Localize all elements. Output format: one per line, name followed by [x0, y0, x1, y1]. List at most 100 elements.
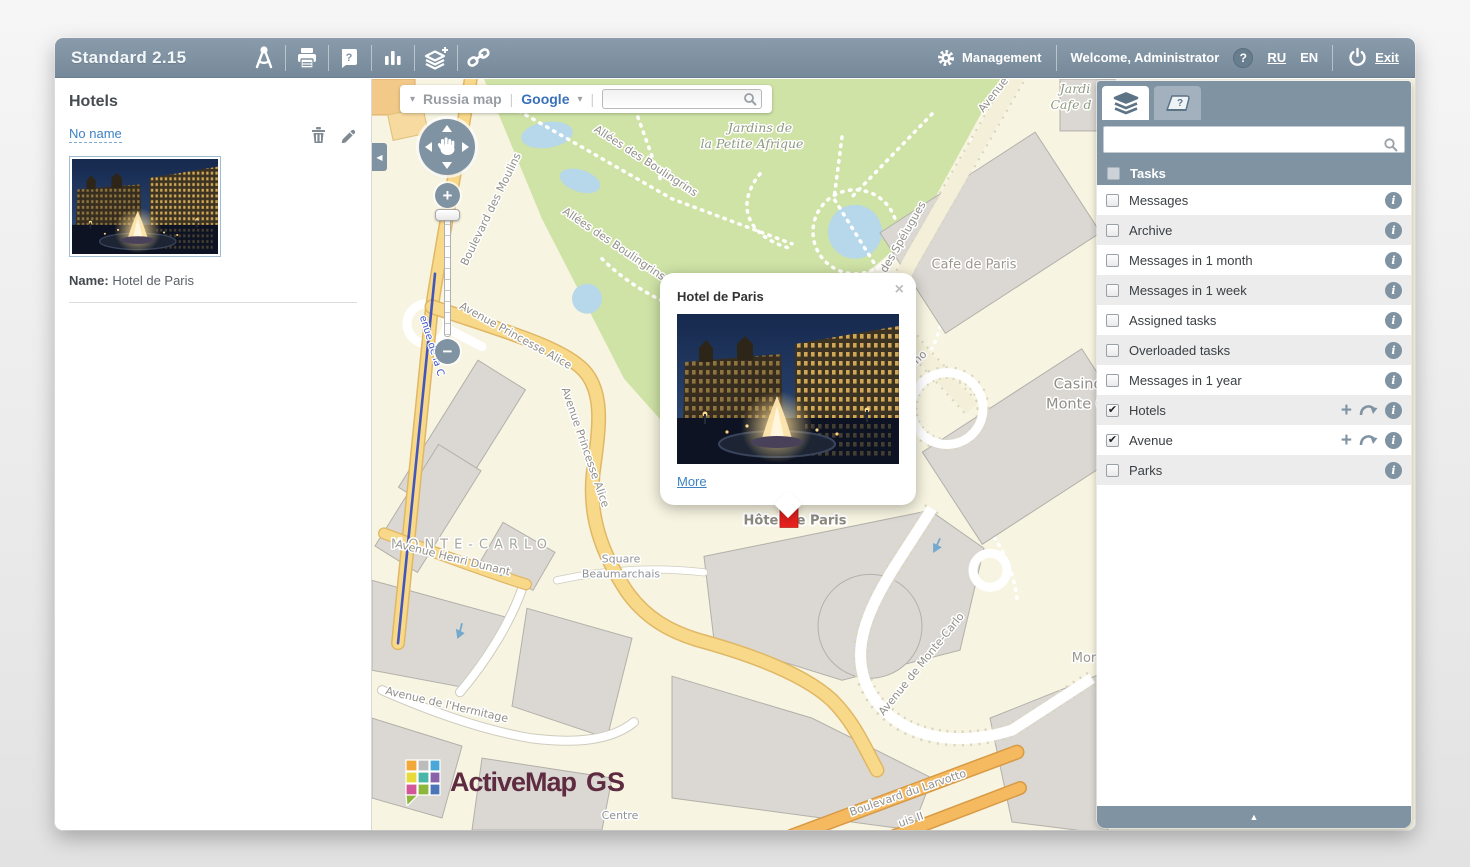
pan-left-icon[interactable]	[425, 142, 432, 152]
layer-checkbox[interactable]	[1106, 194, 1119, 207]
map-label: Cafe d	[1051, 97, 1092, 112]
base-layer-selector[interactable]: Russia map	[423, 91, 502, 107]
search-icon[interactable]	[1383, 137, 1399, 153]
task-row-messages-in-1-month[interactable]: Messages in 1 monthi	[1097, 245, 1411, 275]
layer-checkbox[interactable]	[1106, 374, 1119, 387]
popup-photo	[677, 314, 899, 464]
layer-label: Parks	[1129, 463, 1375, 478]
task-row-overloaded-tasks[interactable]: Overloaded tasksi	[1097, 335, 1411, 365]
base-layer-caret-icon[interactable]: ▾	[410, 94, 415, 105]
map-canvas[interactable]: Jardins dela Petite AfriqueAllées des Bo…	[372, 79, 1415, 830]
logo-suffix: GS	[586, 767, 625, 798]
task-row-avenue[interactable]: ✔ Avenue + i	[1097, 425, 1411, 455]
popup-title: Hotel de Paris	[677, 289, 899, 304]
task-row-parks[interactable]: Parksi	[1097, 455, 1411, 485]
tasks-group-checkbox[interactable]	[1107, 167, 1120, 180]
app-title: Standard 2.15	[71, 48, 243, 68]
lang-en-button[interactable]: EN	[1300, 50, 1318, 65]
task-row-messages[interactable]: Messages i	[1097, 185, 1411, 215]
task-row-assigned-tasks[interactable]: Assigned tasksi	[1097, 305, 1411, 335]
svg-text:?: ?	[346, 52, 353, 64]
toolbar-separator	[1332, 45, 1333, 71]
popup-more-link[interactable]: More	[677, 474, 707, 489]
edit-pencil-icon[interactable]	[339, 125, 357, 144]
popup-close-icon[interactable]: ×	[895, 281, 904, 299]
stats-icon[interactable]	[372, 44, 414, 72]
provider-caret-icon[interactable]: ▾	[578, 94, 583, 105]
lang-ru-button[interactable]: RU	[1267, 50, 1286, 65]
layer-label: Messages in 1 year	[1129, 373, 1375, 388]
layer-info-icon[interactable]: i	[1385, 402, 1402, 419]
help-badge[interactable]: ?	[1233, 48, 1253, 68]
layer-checkbox[interactable]	[1106, 314, 1119, 327]
zoom-out-button[interactable]: −	[435, 339, 460, 364]
add-object-icon[interactable]: +	[1341, 401, 1352, 420]
pan-to-layer-icon[interactable]	[1359, 403, 1378, 417]
layer-checkbox[interactable]	[1106, 344, 1119, 357]
zoom-in-button[interactable]: +	[435, 183, 460, 208]
svg-text:?: ?	[1176, 98, 1182, 109]
tasks-list: MessagesiArchiveiMessages in 1 monthiMes…	[1097, 185, 1411, 806]
hotel-photo-thumbnail[interactable]	[69, 156, 221, 257]
map-label: Jardins de	[725, 120, 792, 135]
topbar: Standard 2.15 ?	[55, 38, 1415, 78]
welcome-text: Welcome, Administrator	[1071, 50, 1220, 65]
zoom-slider-handle[interactable]	[435, 209, 460, 221]
panel-collapse-button[interactable]: ▲	[1097, 806, 1411, 828]
layer-label: Messages	[1129, 193, 1375, 208]
search-icon[interactable]	[743, 92, 758, 107]
layer-info-icon[interactable]: i	[1385, 312, 1402, 329]
collapse-panel-button[interactable]: ◀	[372, 143, 387, 171]
pan-right-icon[interactable]	[462, 142, 469, 152]
map-label: Jardi	[1057, 81, 1090, 96]
help-book-icon[interactable]: ?	[329, 44, 371, 72]
management-button[interactable]: Management	[937, 49, 1041, 67]
layer-info-icon[interactable]: i	[1385, 372, 1402, 389]
layer-label: Avenue	[1129, 433, 1331, 448]
print-icon[interactable]	[286, 44, 328, 72]
map-label: Mor	[1072, 651, 1097, 666]
pan-to-layer-icon[interactable]	[1359, 433, 1378, 447]
pan-down-icon[interactable]	[442, 162, 452, 169]
layer-checkbox[interactable]: ✔	[1106, 434, 1119, 447]
task-row-messages-in-1-week[interactable]: Messages in 1 weeki	[1097, 275, 1411, 305]
exit-button[interactable]: Exit	[1347, 47, 1399, 68]
object-name-link[interactable]: No name	[69, 126, 122, 143]
layer-info-icon[interactable]: i	[1385, 342, 1402, 359]
add-object-icon[interactable]: +	[1341, 431, 1352, 450]
map-layer-toolbar: ▾ Russia map | Google ▾ |	[400, 85, 772, 113]
layer-checkbox[interactable]	[1106, 284, 1119, 297]
task-row-archive[interactable]: Archive i	[1097, 215, 1411, 245]
layer-checkbox[interactable]	[1106, 464, 1119, 477]
add-layer-icon[interactable]	[415, 44, 457, 72]
layer-info-icon[interactable]: i	[1385, 222, 1402, 239]
name-value: Hotel de Paris	[112, 273, 194, 288]
map-pan-control[interactable]	[419, 119, 475, 175]
layer-checkbox[interactable]	[1106, 254, 1119, 267]
layer-label: Archive	[1129, 223, 1375, 238]
layer-info-icon[interactable]: i	[1385, 462, 1402, 479]
task-row-messages-in-1-year[interactable]: Messages in 1 year i	[1097, 365, 1411, 395]
tab-layers[interactable]	[1102, 86, 1149, 120]
layer-checkbox[interactable]: ✔	[1106, 404, 1119, 417]
app-window: Standard 2.15 ?	[55, 38, 1415, 830]
toolbar-divider: |	[510, 91, 514, 107]
layer-info-icon[interactable]: i	[1385, 432, 1402, 449]
share-link-icon[interactable]	[458, 44, 500, 72]
tab-legend[interactable]: ?	[1154, 86, 1201, 120]
zoom-slider-track[interactable]	[444, 213, 451, 337]
provider-selector[interactable]: Google	[521, 91, 569, 107]
hotel-photo	[72, 159, 218, 254]
layer-checkbox[interactable]	[1106, 224, 1119, 237]
map-label: Beaumarchais	[582, 567, 661, 580]
measure-icon[interactable]	[243, 44, 285, 72]
layer-info-icon[interactable]: i	[1385, 252, 1402, 269]
delete-icon[interactable]	[310, 125, 327, 144]
task-row-hotels[interactable]: ✔Hotels+i	[1097, 395, 1411, 425]
pan-up-icon[interactable]	[442, 125, 452, 132]
map-search-input[interactable]	[602, 89, 762, 109]
layer-info-icon[interactable]: i	[1385, 192, 1402, 209]
layers-search-input[interactable]	[1103, 126, 1405, 153]
legend-book-icon: ?	[1164, 91, 1192, 115]
layer-info-icon[interactable]: i	[1385, 282, 1402, 299]
